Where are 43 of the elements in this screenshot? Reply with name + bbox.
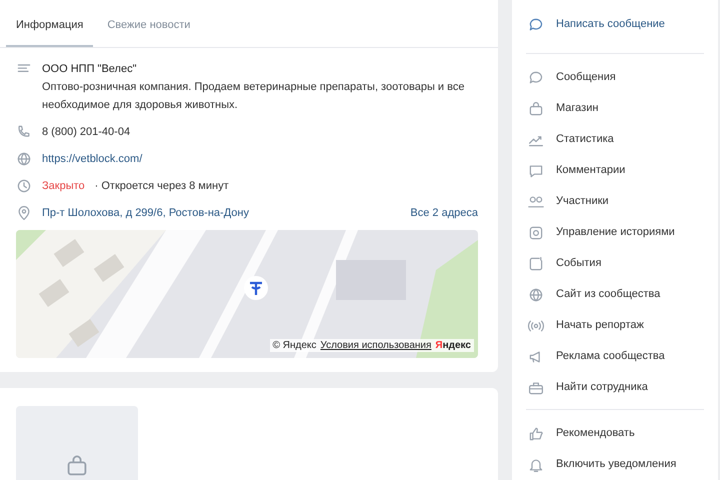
comment-icon xyxy=(528,162,544,179)
open-status: Закрыто xyxy=(42,179,85,194)
menu-item[interactable]: Сайт из сообщества xyxy=(512,278,718,310)
website-link[interactable]: https://vetblock.com/ xyxy=(42,150,142,168)
bag-icon xyxy=(65,454,89,478)
opening-time: · Откроется через 8 минут xyxy=(94,179,229,194)
terms-link[interactable]: Условия использования xyxy=(320,340,432,351)
address-link[interactable]: Пр-т Шолохова, д 299/6, Ростов-на-Дону xyxy=(42,204,400,222)
menu-item[interactable]: Сообщения xyxy=(512,62,718,93)
company-name: ООО НПП "Велес" xyxy=(42,62,138,77)
menu-item[interactable]: Найти сотрудника xyxy=(512,372,718,403)
calendar-icon xyxy=(528,256,544,272)
map-logo: Яндекс xyxy=(435,340,471,351)
company-description: Оптово-розничная компания. Продаем ветеринарные препараты, зоотовары и все необходимое для здоровья животных. xyxy=(42,80,466,113)
clock-icon xyxy=(16,178,32,194)
menu-item[interactable]: Включить уведомления xyxy=(512,448,718,480)
menu-item[interactable]: Начать репортаж xyxy=(512,310,718,341)
globe-icon xyxy=(528,286,544,303)
people-icon xyxy=(528,194,544,210)
map-marker-icon[interactable] xyxy=(244,276,268,300)
menu-item[interactable]: Магазин xyxy=(512,92,718,124)
message-icon xyxy=(528,16,544,33)
menu-item[interactable]: Реклама сообщества xyxy=(512,340,718,372)
menu-item[interactable]: Комментарии xyxy=(512,154,718,186)
menu-item[interactable]: Управление историями xyxy=(512,216,718,248)
menu-item[interactable]: События xyxy=(512,248,718,279)
menu-item[interactable]: Участники xyxy=(512,186,718,217)
location-pin-icon xyxy=(16,205,32,221)
write-message-button[interactable]: Написать сообщение xyxy=(512,14,718,35)
phone-number: 8 (800) 201-40-04 xyxy=(42,125,130,140)
all-addresses-link[interactable]: Все 2 адреса xyxy=(410,204,478,222)
bag-icon xyxy=(528,100,544,117)
menu-item[interactable]: Рекомендовать xyxy=(512,418,718,449)
story-icon xyxy=(528,224,544,241)
broadcast-icon xyxy=(528,318,544,334)
briefcase-icon xyxy=(528,380,544,396)
message-icon xyxy=(528,70,544,86)
map-copyright: © Яндекс xyxy=(272,340,316,351)
bell-icon xyxy=(528,456,544,473)
globe-icon xyxy=(16,151,32,167)
tab[interactable]: Информация xyxy=(6,10,94,47)
thumbs-up-icon xyxy=(528,426,544,442)
menu-item[interactable]: Статистика xyxy=(512,124,718,155)
